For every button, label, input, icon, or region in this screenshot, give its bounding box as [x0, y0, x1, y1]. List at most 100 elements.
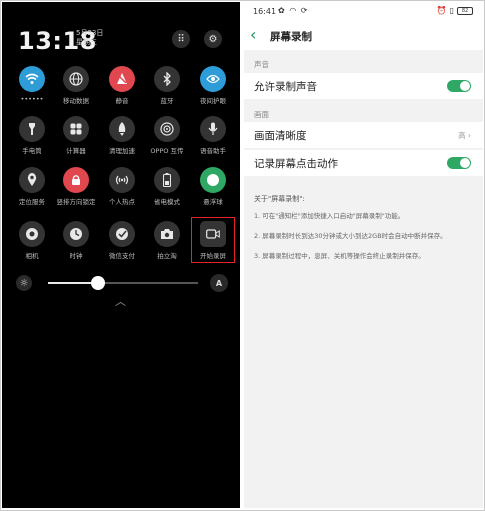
tile-label: 语音助手: [200, 147, 226, 155]
auto-brightness-button[interactable]: A: [210, 274, 228, 292]
tile-eye-protect[interactable]: 夜间护眼: [193, 66, 233, 105]
settings-button[interactable]: ⚙: [204, 30, 222, 48]
flashlight-icon: [19, 116, 45, 142]
tile-label: 相机: [25, 252, 39, 260]
tile-mobile-data[interactable]: 移动数据: [56, 66, 96, 105]
tile-label: 夜间护眼: [200, 97, 226, 105]
tile-label: 时钟: [69, 252, 83, 260]
status-icons-left: ✿ ◠ ⟳: [278, 6, 308, 15]
tile-bluetooth[interactable]: 蓝牙: [147, 66, 187, 105]
rocket-icon: [109, 116, 135, 142]
tile-flashlight[interactable]: 手电筒: [12, 116, 52, 155]
tile-cleanup[interactable]: 清理加速: [102, 116, 142, 155]
status-bar: 16:41 ✿ ◠ ⟳ ⏰ ▯ 82: [244, 2, 483, 22]
about-item: 3. 屏幕录制过程中，息屏、关机等操作会终止录制并保存。: [254, 252, 425, 260]
tile-silent[interactable]: 静音: [102, 66, 142, 105]
status-icons-right: ⏰ ▯ 82: [437, 6, 473, 15]
eye-icon: [200, 66, 226, 92]
chevron-up-icon[interactable]: ︿: [115, 293, 126, 309]
status-time: 16:41: [253, 7, 277, 16]
tile-label: 计算器: [66, 147, 86, 155]
refresh-status-icon: ⟳: [300, 6, 309, 15]
tile-label: 微信支付: [109, 252, 135, 260]
row-record-touch[interactable]: 记录屏幕点击动作: [244, 150, 483, 176]
float-ball-icon: [200, 167, 226, 193]
tile-label: 个人热点: [109, 198, 135, 206]
tile-label: OPPO 互传: [150, 147, 184, 155]
tile-wechat-pay[interactable]: 微信支付: [102, 221, 142, 260]
about-item: 1. 可在"通知栏"添加快捷入口启动"屏幕录制"功能。: [254, 212, 405, 220]
clock-icon: [63, 221, 89, 247]
tile-pailitao[interactable]: 拍立淘: [147, 221, 187, 260]
tile-float-ball[interactable]: 悬浮球: [193, 167, 233, 206]
brightness-knob[interactable]: [90, 276, 105, 290]
row-label: 允许录制声音: [254, 81, 317, 93]
tile-label: 移动数据: [63, 97, 89, 105]
grid-icon: ⠿: [177, 33, 185, 45]
tile-label: 定位服务: [19, 198, 45, 206]
date-weekday: 星期三: [76, 38, 97, 46]
vibrate-status-icon: ▯: [449, 6, 454, 15]
battery-saver-icon: [154, 167, 180, 193]
silent-icon: [109, 66, 135, 92]
tile-hotspot[interactable]: 个人热点: [102, 167, 142, 206]
tile-label: 手电筒: [22, 147, 42, 155]
tile-clock[interactable]: 时钟: [56, 221, 96, 260]
about-title: 关于"屏幕录制":: [254, 195, 305, 203]
tile-label: ••••••: [20, 95, 44, 103]
brightness-track[interactable]: [48, 276, 198, 290]
tile-oppo-share[interactable]: OPPO 互传: [147, 116, 187, 155]
back-arrow-icon[interactable]: ‹: [250, 26, 256, 44]
tile-label: 蓝牙: [160, 97, 174, 105]
tile-calculator[interactable]: 计算器: [56, 116, 96, 155]
camera-shutter-icon: [19, 221, 45, 247]
edit-grid-button[interactable]: ⠿: [172, 30, 190, 48]
row-clarity[interactable]: 画面清晰度 高 ›: [244, 122, 483, 148]
date: 5月23日 星期三: [76, 29, 103, 47]
tile-label: 省电模式: [154, 198, 180, 206]
tile-power-saver[interactable]: 省电模式: [147, 167, 187, 206]
about-item: 2. 屏幕录制时长到达30分钟或大小到达2GB时会自动中断并保存。: [254, 232, 447, 240]
battery-icon: 82: [457, 6, 473, 15]
wifi-status-icon: ◠: [289, 6, 298, 15]
clarity-value: 高 ›: [458, 131, 471, 140]
row-label: 画面清晰度: [254, 130, 307, 142]
gear-icon: ⚙: [208, 33, 218, 45]
brightness-slider[interactable]: ☼ A: [16, 274, 228, 292]
tile-label: 竖排方向锁定: [56, 198, 96, 206]
tile-label: 拍立淘: [157, 252, 177, 260]
allow-sound-toggle[interactable]: [447, 80, 471, 92]
row-allow-sound[interactable]: 允许录制声音: [244, 73, 483, 99]
tile-label: 清理加速: [109, 147, 135, 155]
globe-icon: [63, 66, 89, 92]
tile-label: 悬浮球: [203, 198, 223, 206]
section-header-sound: 声音: [254, 60, 269, 69]
page-title: 屏幕录制: [270, 31, 312, 43]
share-icon: [154, 116, 180, 142]
nav-bar: ‹ 屏幕录制: [244, 22, 483, 50]
brightness-icon: ☼: [16, 275, 32, 291]
location-icon: [19, 167, 45, 193]
mic-icon: [200, 116, 226, 142]
quick-settings-panel: 13:18 5月23日 星期三 ⠿ ⚙ •••••• 移动数据 静音 蓝牙 夜间…: [2, 2, 240, 508]
rotation-lock-icon: [63, 167, 89, 193]
tile-camera[interactable]: 相机: [12, 221, 52, 260]
calculator-icon: [63, 116, 89, 142]
tile-voice-assistant[interactable]: 语音助手: [193, 116, 233, 155]
row-label: 记录屏幕点击动作: [254, 158, 338, 170]
tile-rotation-lock[interactable]: 竖排方向锁定: [56, 167, 96, 206]
screen-record-settings: 16:41 ✿ ◠ ⟳ ⏰ ▯ 82 ‹ 屏幕录制 声音 允许录制声音 画面 画…: [244, 2, 483, 508]
wechat-pay-icon: [109, 221, 135, 247]
tile-label: 静音: [115, 97, 129, 105]
tile-location[interactable]: 定位服务: [12, 167, 52, 206]
bluetooth-icon: [154, 66, 180, 92]
record-touch-toggle[interactable]: [447, 157, 471, 169]
alarm-status-icon: ⏰: [436, 6, 447, 15]
section-header-picture: 画面: [254, 110, 269, 119]
tile-wifi[interactable]: ••••••: [12, 66, 52, 103]
photo-camera-icon: [154, 221, 180, 247]
date-day: 5月23日: [76, 29, 104, 37]
about-section: 关于"屏幕录制": 1. 可在"通知栏"添加快捷入口启动"屏幕录制"功能。 2.…: [254, 194, 479, 272]
hotspot-icon: [109, 167, 135, 193]
screen-record-highlight-box: [191, 217, 235, 263]
